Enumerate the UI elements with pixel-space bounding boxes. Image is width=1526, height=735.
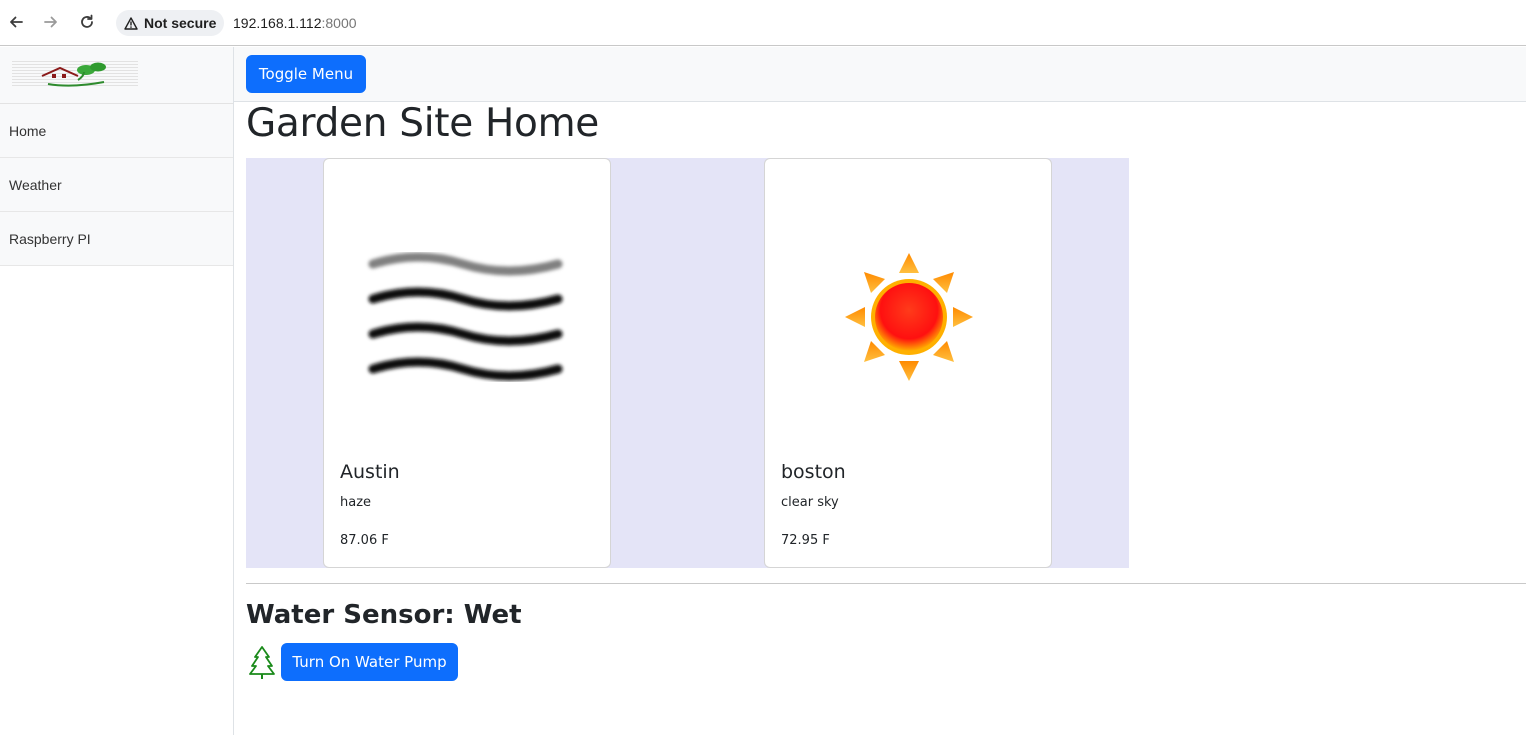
forward-button[interactable]	[40, 11, 62, 33]
browser-toolbar: Not secure 192.168.1.112:8000	[0, 0, 1526, 46]
reload-button[interactable]	[76, 11, 98, 33]
card-temperature: 87.06 F	[340, 533, 389, 548]
sidebar-item-label: Home	[9, 122, 47, 139]
reload-icon	[81, 14, 93, 28]
security-label: Not secure	[144, 15, 217, 31]
divider	[246, 583, 1526, 584]
garden-logo-icon[interactable]	[12, 58, 138, 90]
weather-card: Austin haze 87.06 F	[323, 158, 611, 568]
card-temperature: 72.95 F	[781, 533, 830, 548]
sidebar: Home Weather Raspberry PI	[0, 47, 234, 735]
weather-image	[781, 189, 1037, 445]
water-sensor-status: Water Sensor: Wet	[246, 600, 522, 630]
sidebar-item-label: Raspberry PI	[9, 230, 91, 247]
security-chip[interactable]: Not secure	[116, 10, 225, 36]
url-text[interactable]: 192.168.1.112:8000	[233, 15, 357, 31]
back-arrow-icon	[10, 16, 23, 28]
forward-arrow-icon	[44, 16, 57, 28]
warning-icon	[124, 16, 138, 30]
weather-cards-container: Austin haze 87.06 F boston clear sky 72.…	[246, 158, 1129, 568]
weather-card: boston clear sky 72.95 F	[764, 158, 1052, 568]
sidebar-item-raspberry-pi[interactable]: Raspberry PI	[0, 212, 233, 266]
tree-icon	[249, 646, 275, 679]
url-host: 192.168.1.112	[233, 15, 322, 31]
top-navbar: Toggle Menu	[234, 47, 1526, 102]
haze-icon	[368, 252, 563, 381]
card-description: clear sky	[781, 495, 839, 510]
url-port: :8000	[321, 15, 357, 31]
sidebar-item-weather[interactable]: Weather	[0, 158, 233, 212]
weather-image	[340, 189, 596, 445]
toggle-menu-button[interactable]: Toggle Menu	[246, 55, 366, 93]
address-bar[interactable]: Not secure 192.168.1.112:8000	[112, 6, 1522, 40]
card-city: boston	[781, 461, 846, 483]
card-city: Austin	[340, 461, 400, 483]
turn-on-water-pump-button[interactable]: Turn On Water Pump	[281, 643, 458, 681]
sun-icon	[845, 253, 973, 381]
sidebar-item-label: Weather	[9, 176, 62, 193]
back-button[interactable]	[5, 11, 27, 33]
page-title: Garden Site Home	[246, 101, 599, 146]
sidebar-heading	[0, 47, 233, 104]
sidebar-item-home[interactable]: Home	[0, 104, 233, 158]
card-description: haze	[340, 495, 372, 510]
